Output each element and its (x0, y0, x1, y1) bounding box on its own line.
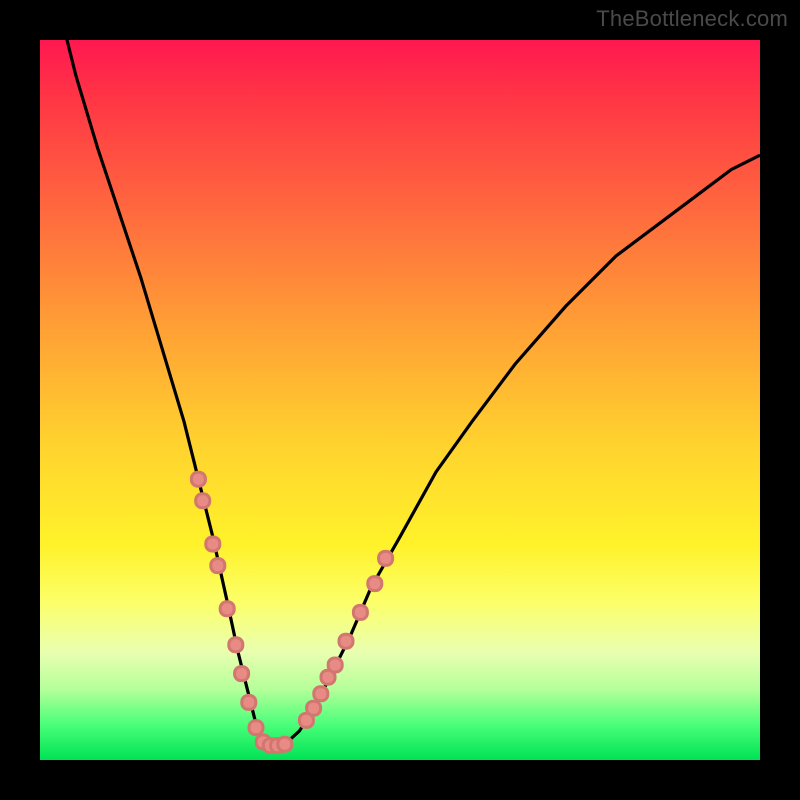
data-marker (368, 577, 382, 591)
curve-layer (40, 40, 760, 760)
chart-frame: TheBottleneck.com (0, 0, 800, 800)
data-marker (249, 721, 263, 735)
data-marker (220, 602, 234, 616)
plot-area (40, 40, 760, 760)
data-marker (328, 658, 342, 672)
data-marker (379, 551, 393, 565)
data-marker (242, 695, 256, 709)
data-marker (196, 494, 210, 508)
data-marker (211, 559, 225, 573)
data-marker (314, 687, 328, 701)
data-marker (307, 701, 321, 715)
data-marker (191, 472, 205, 486)
watermark-text: TheBottleneck.com (596, 6, 788, 32)
data-marker (235, 667, 249, 681)
bottleneck-curve (62, 18, 760, 745)
data-marker (278, 737, 292, 751)
data-marker (339, 634, 353, 648)
data-marker (229, 638, 243, 652)
marker-group (191, 472, 392, 752)
data-marker (206, 537, 220, 551)
data-marker (353, 605, 367, 619)
